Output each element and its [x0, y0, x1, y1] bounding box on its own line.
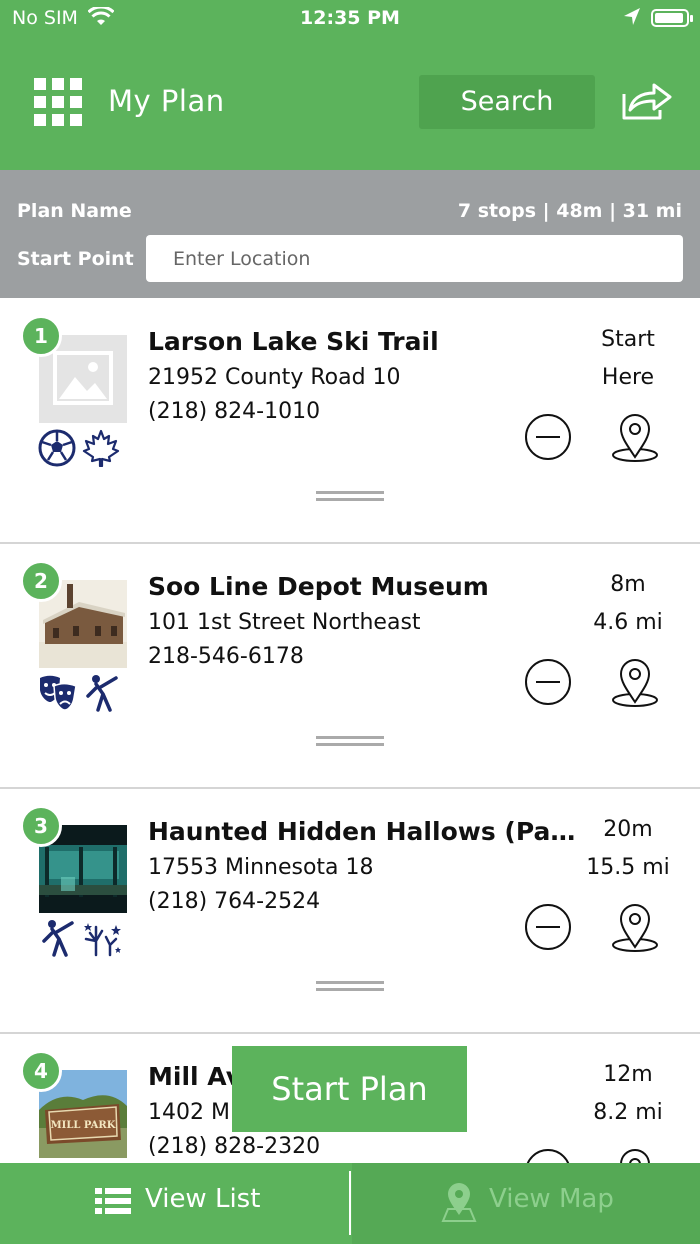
stop-distance: 8.2 mi — [593, 1100, 663, 1125]
stop-phone[interactable]: 218-546-6178 — [148, 644, 304, 669]
drag-handle[interactable] — [316, 491, 384, 501]
remove-stop-icon[interactable] — [524, 658, 572, 706]
theater-masks-icon — [40, 675, 77, 711]
tab-view-map[interactable]: View Map — [352, 1163, 700, 1244]
stop-time: 20m — [603, 817, 653, 842]
stop-item[interactable]: 3 Haunted Hidden Hallows (Pau... 17553 M… — [0, 789, 700, 1034]
list-icon — [95, 1187, 131, 1219]
bottom-tab-bar: View List View Map — [0, 1163, 700, 1244]
stop-name[interactable]: Haunted Hidden Hallows (Pau... — [148, 817, 578, 846]
stop-name[interactable]: Soo Line Depot Museum — [148, 572, 578, 601]
stop-address: 101 1st Street Northeast — [148, 610, 421, 635]
tab-view-list-label: View List — [145, 1184, 261, 1214]
map-marker-icon — [440, 1181, 478, 1227]
stop-distance: 4.6 mi — [593, 610, 663, 635]
stop-name[interactable]: Larson Lake Ski Trail — [148, 327, 578, 356]
stop-phone[interactable]: (218) 824-1010 — [148, 399, 320, 424]
thumb-sign-text: MILL PARK — [51, 1120, 116, 1131]
stop-number-badge: 1 — [20, 315, 62, 357]
stop-number-badge: 2 — [20, 560, 62, 602]
tab-view-list[interactable]: View List — [0, 1163, 350, 1244]
stop-address: 17553 Minnesota 18 — [148, 855, 374, 880]
map-pin-icon[interactable] — [611, 411, 659, 463]
status-bar: No SIM 12:35 PM — [0, 0, 700, 36]
stop-number-badge: 3 — [20, 805, 62, 847]
stop-item[interactable]: 1 Larson Lake Ski Trail 21952 County Roa… — [0, 299, 700, 544]
dancer-icon — [42, 920, 74, 957]
stop-distance: 15.5 mi — [586, 855, 670, 880]
share-icon[interactable] — [620, 80, 674, 124]
map-pin-icon[interactable] — [611, 901, 659, 953]
stop-distance: Here — [601, 365, 655, 390]
soccer-ball-icon — [38, 429, 76, 467]
stop-number-badge: 4 — [20, 1050, 62, 1092]
app-header: My Plan Search — [0, 60, 700, 150]
stop-phone[interactable]: (218) 828-2320 — [148, 1134, 320, 1159]
search-button[interactable]: Search — [419, 75, 595, 129]
remove-stop-icon[interactable] — [524, 413, 572, 461]
stop-item[interactable]: 2 Soo Line Depot Museum 101 1st Street N… — [0, 544, 700, 789]
start-location-input[interactable] — [146, 235, 683, 282]
status-time: 12:35 PM — [300, 7, 400, 29]
battery-icon — [651, 9, 693, 27]
stop-phone[interactable]: (218) 764-2524 — [148, 889, 320, 914]
location-arrow-icon — [622, 6, 642, 33]
top-bar: No SIM 12:35 PM My Plan Search — [0, 0, 700, 170]
stop-address: 21952 County Road 10 — [148, 365, 401, 390]
category-icons — [38, 919, 138, 959]
maple-leaf-icon — [82, 429, 120, 467]
stop-time: Start — [601, 327, 655, 352]
drag-handle[interactable] — [316, 736, 384, 746]
stop-address: 1402 Mi — [148, 1100, 237, 1125]
page-title: My Plan — [108, 84, 225, 118]
stop-time: 12m — [603, 1062, 653, 1087]
stop-time: 8m — [610, 572, 646, 597]
fireworks-icon — [84, 923, 121, 957]
category-icons — [38, 429, 138, 469]
plan-info-bar: Plan Name 7 stops | 48m | 31 mi Start Po… — [0, 170, 700, 298]
map-pin-icon[interactable] — [611, 656, 659, 708]
tab-view-map-label: View Map — [489, 1184, 614, 1214]
dancer-icon — [86, 675, 118, 712]
category-icons — [38, 674, 138, 714]
drag-handle[interactable] — [316, 981, 384, 991]
menu-grid-icon[interactable] — [34, 78, 82, 126]
start-plan-button[interactable]: Start Plan — [232, 1046, 467, 1132]
remove-stop-icon[interactable] — [524, 903, 572, 951]
plan-summary: 7 stops | 48m | 31 mi — [457, 200, 682, 222]
plan-name-label[interactable]: Plan Name — [17, 200, 132, 222]
tab-divider — [349, 1171, 351, 1235]
start-point-label: Start Point — [17, 248, 134, 270]
